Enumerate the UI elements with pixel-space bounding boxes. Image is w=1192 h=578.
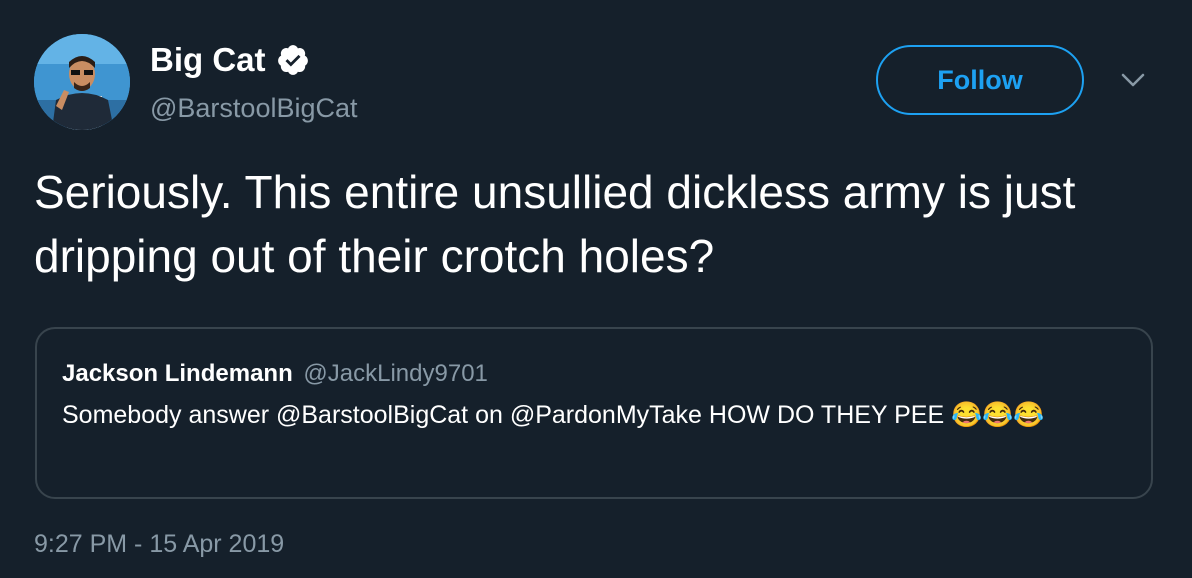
quoted-author-name: Jackson Lindemann: [62, 360, 293, 387]
verified-badge-icon: [277, 45, 308, 75]
quoted-tweet-text: Somebody answer @BarstoolBigCat on @Pard…: [62, 401, 1045, 429]
author-handle[interactable]: @BarstoolBigCat: [150, 92, 358, 124]
tweet-text: Seriously. This entire unsullied dickles…: [34, 166, 1076, 282]
quoted-tweet-header: Jackson Lindemann @JackLindy9701: [62, 359, 488, 389]
author-avatar[interactable]: [34, 34, 130, 130]
follow-button[interactable]: Follow: [876, 45, 1084, 115]
avatar-image: [34, 34, 130, 130]
quoted-author-handle: @JackLindy9701: [303, 360, 488, 387]
author-name-row: Big Cat: [150, 40, 310, 80]
chevron-down-icon[interactable]: [1118, 68, 1148, 92]
tweet-timestamp[interactable]: 9:27 PM - 15 Apr 2019: [34, 528, 284, 560]
author-display-name[interactable]: Big Cat: [150, 40, 266, 80]
quoted-tweet-card[interactable]: Jackson Lindemann @JackLindy9701 Somebod…: [35, 327, 1153, 499]
